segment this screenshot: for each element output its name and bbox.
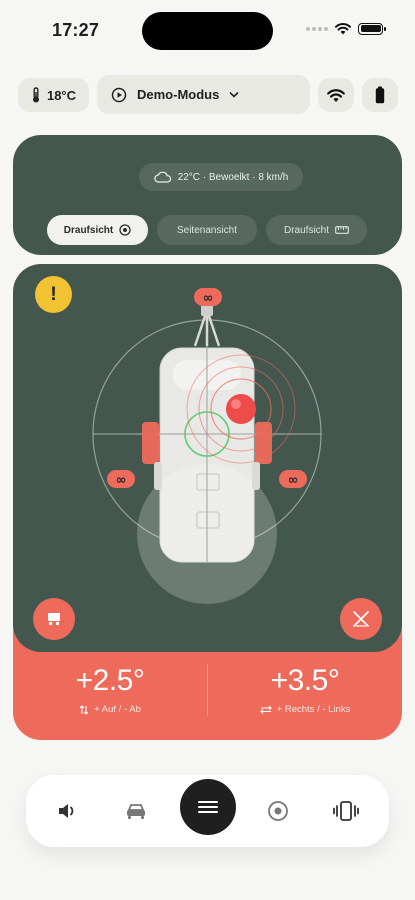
target-icon	[268, 801, 288, 821]
leftright-arrows-icon	[259, 705, 272, 714]
battery-icon	[375, 86, 385, 104]
wheel-chock-left	[142, 422, 159, 464]
ruler-icon	[335, 226, 349, 234]
leveling-diagram: ∞ ∞ ∞	[92, 288, 322, 604]
roll-readout: +3.5° + Rechts / - Links	[208, 652, 402, 740]
speaker-icon	[59, 804, 74, 818]
menu-button[interactable]	[180, 779, 236, 835]
tab-label: Seitenansicht	[176, 224, 238, 236]
status-bar: 17:27	[0, 0, 415, 62]
vibration-button[interactable]	[330, 795, 362, 827]
tab-draufsicht-measure[interactable]: Draufsicht	[266, 215, 367, 245]
roll-value: +3.5°	[270, 664, 340, 697]
svg-text:∞: ∞	[288, 473, 299, 488]
tab-seitenansicht[interactable]: Seitenansicht	[157, 215, 257, 245]
level-bubble	[226, 394, 256, 424]
dynamic-island	[142, 12, 273, 50]
thermometer-icon	[32, 87, 39, 103]
sound-button[interactable]	[52, 795, 84, 827]
weather-text: 22°C · Bewoelkt · 8 km/h	[177, 171, 289, 183]
leveling-panel: ∞ ∞ ∞ ! +2.5° + Auf / - Ab +3.5° + Recht…	[13, 264, 402, 740]
support-marker-left[interactable]: ∞	[107, 470, 135, 488]
disable-sensor-button[interactable]	[340, 598, 382, 640]
temperature-chip[interactable]: 18°C	[18, 78, 89, 112]
roll-label: + Rechts / - Links	[276, 704, 351, 715]
wifi-status-icon	[335, 22, 351, 35]
warning-button[interactable]: !	[35, 276, 72, 313]
status-time: 17:27	[52, 20, 100, 40]
cross-off-icon	[353, 611, 369, 627]
pitch-label: + Auf / - Ab	[94, 704, 141, 715]
wifi-icon	[327, 88, 345, 102]
status-icons	[306, 22, 386, 35]
roll-label-row: + Rechts / - Links	[259, 704, 351, 715]
temperature-value: 18°C	[46, 87, 77, 103]
menu-icon	[198, 801, 218, 813]
cloud-icon	[153, 171, 171, 183]
mode-label: Demo-Modus	[137, 87, 220, 102]
block-icon	[48, 613, 60, 625]
pitch-label-row: + Auf / - Ab	[79, 704, 141, 715]
tab-draufsicht[interactable]: Draufsicht	[47, 215, 148, 245]
wifi-button[interactable]	[318, 78, 354, 112]
bottom-nav	[26, 775, 389, 847]
car-icon	[127, 804, 145, 819]
target-button[interactable]	[262, 795, 294, 827]
signal-icon	[306, 26, 328, 31]
tab-label: Draufsicht	[63, 224, 114, 236]
support-marker-front[interactable]: ∞	[194, 288, 222, 306]
updown-arrows-icon	[79, 704, 89, 715]
support-marker-right[interactable]: ∞	[279, 470, 307, 488]
svg-text:∞: ∞	[116, 473, 127, 488]
tab-label: Draufsicht	[283, 224, 329, 236]
vibrate-icon	[333, 801, 359, 821]
vehicle-button[interactable]	[120, 795, 152, 827]
svg-text:∞: ∞	[203, 291, 214, 306]
battery-status-icon	[358, 22, 386, 35]
exclamation-icon: !	[50, 283, 57, 305]
pitch-readout: +2.5° + Auf / - Ab	[13, 652, 207, 740]
pitch-value: +2.5°	[75, 664, 145, 697]
target-icon	[119, 224, 131, 236]
mode-selector[interactable]: Demo-Modus	[97, 75, 310, 114]
view-panel: 22°C · Bewoelkt · 8 km/h Draufsicht Seit…	[13, 135, 402, 255]
weather-chip: 22°C · Bewoelkt · 8 km/h	[139, 163, 303, 191]
play-icon	[111, 87, 127, 102]
chevron-down-icon	[230, 91, 239, 98]
stabilizer-button[interactable]	[33, 598, 75, 640]
battery-button[interactable]	[362, 78, 398, 112]
